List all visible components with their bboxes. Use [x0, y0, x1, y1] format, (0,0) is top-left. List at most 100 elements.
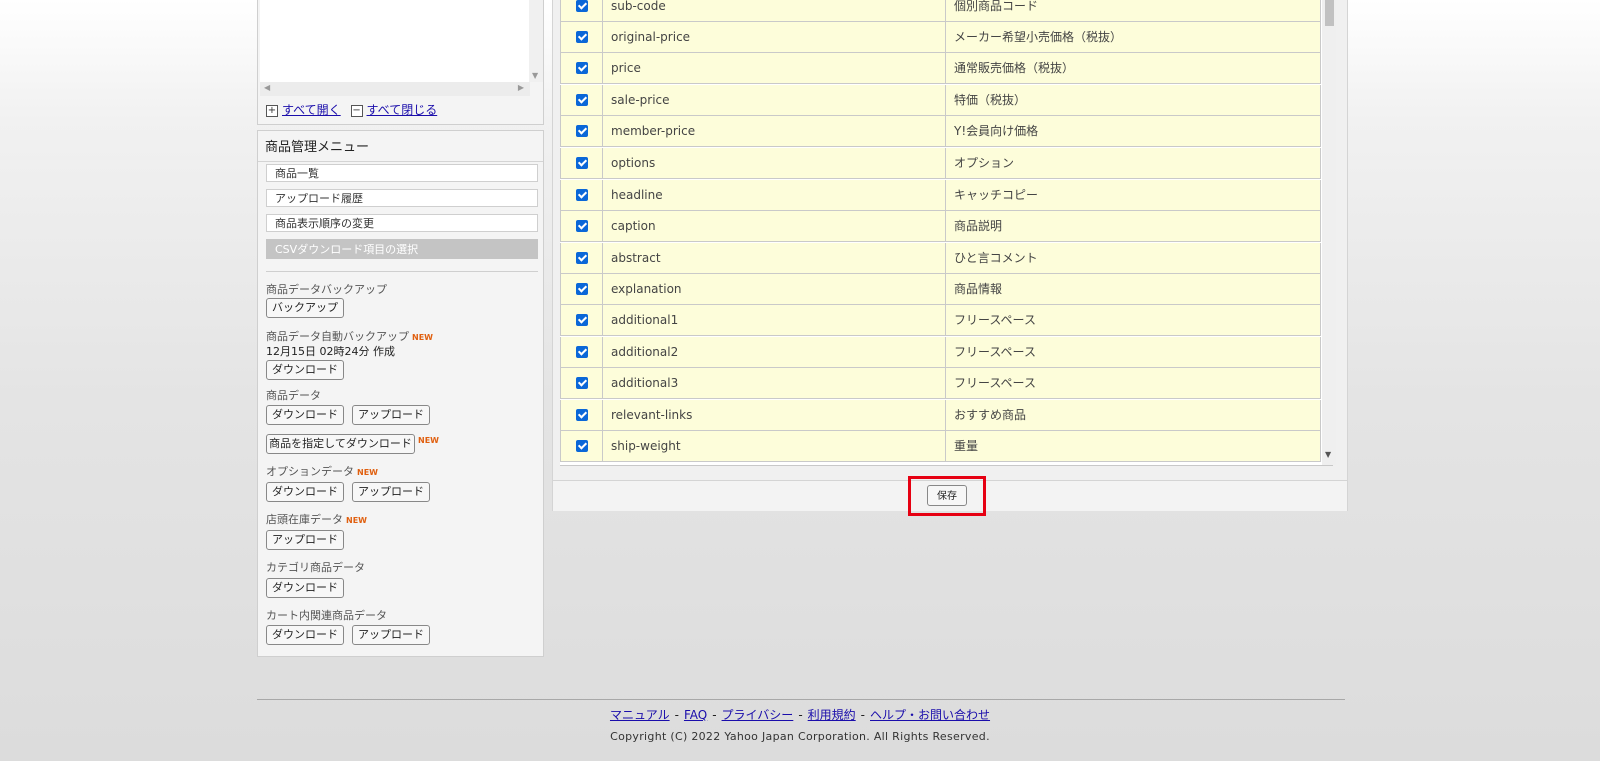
menu-item-csv-download-fields[interactable]: CSVダウンロード項目の選択: [266, 239, 538, 259]
menu-item-upload-history[interactable]: アップロード履歴: [266, 189, 538, 207]
row-checkbox[interactable]: [560, 85, 603, 116]
row-checkbox[interactable]: [560, 274, 603, 305]
cart-related-download-button[interactable]: ダウンロード: [266, 625, 344, 645]
store-stock-upload-button[interactable]: アップロード: [266, 530, 344, 550]
field-label: おすすめ商品: [954, 408, 1027, 422]
store-stock-label: 店頭在庫データ: [266, 513, 343, 526]
checkbox-checked-icon[interactable]: [576, 62, 588, 74]
collapse-all-link[interactable]: すべて閉じる: [367, 103, 438, 117]
category-data-download-button[interactable]: ダウンロード: [266, 578, 344, 598]
table-row: explanation 商品情報: [560, 274, 1321, 305]
menu-item-display-order[interactable]: 商品表示順序の変更: [266, 214, 538, 232]
menu-title: 商品管理メニュー: [265, 140, 370, 155]
field-key: options: [611, 156, 656, 170]
tree-controls: + すべて開く − すべて閉じる: [266, 101, 443, 118]
table-row: original-price メーカー希望小売価格（税抜）: [560, 22, 1321, 53]
checkbox-checked-icon[interactable]: [576, 125, 588, 137]
row-checkbox[interactable]: [560, 337, 603, 368]
scroll-right-arrow-icon[interactable]: ▶: [518, 83, 524, 92]
field-key: original-price: [611, 30, 691, 44]
auto-backup-info: 12月15日 02時24分 作成: [266, 345, 395, 358]
field-key: member-price: [611, 124, 696, 138]
checkbox-checked-icon[interactable]: [576, 283, 588, 295]
table-row: headline キャッチコピー: [560, 180, 1321, 211]
new-badge: NEW: [412, 333, 433, 342]
tree-horizontal-scrollbar[interactable]: ◀ ▶: [260, 82, 530, 96]
field-key: relevant-links: [611, 408, 693, 422]
checkbox-checked-icon[interactable]: [576, 220, 588, 232]
scroll-down-arrow-icon[interactable]: ▼: [532, 71, 538, 80]
divider: [266, 271, 538, 272]
scroll-down-arrow-icon[interactable]: ▼: [1325, 450, 1331, 459]
field-key: sub-code: [611, 0, 666, 13]
category-tree[interactable]: [260, 0, 530, 82]
field-key: ship-weight: [611, 439, 681, 453]
checkbox-checked-icon[interactable]: [576, 252, 588, 264]
checkbox-checked-icon[interactable]: [576, 346, 588, 358]
menu-item-product-list[interactable]: 商品一覧: [266, 164, 538, 182]
option-data-download-button[interactable]: ダウンロード: [266, 482, 344, 502]
expand-all-link[interactable]: すべて開く: [282, 103, 341, 117]
expand-icon: +: [266, 104, 278, 117]
field-label: 個別商品コード: [954, 0, 1039, 13]
checkbox-checked-icon[interactable]: [576, 0, 588, 12]
row-checkbox[interactable]: [560, 180, 603, 211]
footer-link-manual[interactable]: マニュアル: [610, 708, 670, 722]
table-row: sale-price 特価（税抜）: [560, 85, 1321, 116]
checkbox-checked-icon[interactable]: [576, 314, 588, 326]
product-data-download-button[interactable]: ダウンロード: [266, 405, 344, 425]
row-checkbox[interactable]: [560, 431, 603, 462]
field-label: メーカー希望小売価格（税抜）: [954, 30, 1123, 44]
field-key: additional1: [611, 313, 679, 327]
field-key: additional2: [611, 345, 679, 359]
field-key: price: [611, 61, 641, 75]
row-checkbox[interactable]: [560, 116, 603, 147]
footer-link-privacy[interactable]: プライバシー: [722, 708, 794, 722]
tree-vertical-scrollbar[interactable]: ▼: [529, 0, 543, 82]
footer-link-help[interactable]: ヘルプ・お問い合わせ: [870, 708, 990, 722]
product-data-upload-button[interactable]: アップロード: [352, 405, 430, 425]
checkbox-checked-icon[interactable]: [576, 440, 588, 452]
footer-separator: -: [860, 708, 866, 722]
checkbox-checked-icon[interactable]: [576, 377, 588, 389]
specified-product-download-button[interactable]: 商品を指定してダウンロード: [266, 434, 415, 454]
row-checkbox[interactable]: [560, 400, 603, 431]
store-stock-section-label: 店頭在庫データ NEW: [266, 511, 367, 527]
row-checkbox[interactable]: [560, 305, 603, 336]
field-label: 通常販売価格（税抜）: [954, 61, 1075, 75]
table-vertical-scrollbar[interactable]: ▼: [1322, 0, 1336, 465]
row-checkbox[interactable]: [560, 22, 603, 53]
row-checkbox[interactable]: [560, 243, 603, 274]
collapse-icon: −: [350, 104, 363, 117]
field-label: 商品情報: [954, 282, 1003, 296]
field-label: フリースペース: [954, 376, 1036, 390]
row-checkbox[interactable]: [560, 0, 603, 22]
save-button[interactable]: 保存: [927, 485, 967, 506]
row-checkbox[interactable]: [560, 211, 603, 242]
field-key: sale-price: [611, 93, 670, 107]
checkbox-checked-icon[interactable]: [576, 94, 588, 106]
footer-separator: -: [712, 708, 717, 722]
option-data-section-label: オプションデータ NEW: [266, 463, 378, 479]
option-data-upload-button[interactable]: アップロード: [352, 482, 430, 502]
checkbox-checked-icon[interactable]: [576, 157, 588, 169]
row-checkbox[interactable]: [560, 368, 603, 399]
scroll-left-arrow-icon[interactable]: ◀: [264, 83, 270, 92]
scrollbar-thumb[interactable]: [1325, 0, 1334, 26]
category-tree-panel: ▼ ◀ ▶ + すべて開く − すべて閉じる: [257, 0, 544, 125]
table-row: additional2 フリースペース: [560, 337, 1321, 368]
new-badge: NEW: [346, 516, 367, 525]
checkbox-checked-icon[interactable]: [576, 31, 588, 43]
footer-separator: -: [674, 708, 679, 722]
field-key: additional3: [611, 376, 679, 390]
backup-button[interactable]: バックアップ: [266, 298, 344, 318]
row-checkbox[interactable]: [560, 53, 603, 84]
checkbox-checked-icon[interactable]: [576, 409, 588, 421]
table-row: abstract ひと言コメント: [560, 243, 1321, 274]
footer-link-terms[interactable]: 利用規約: [808, 708, 856, 722]
auto-backup-download-button[interactable]: ダウンロード: [266, 360, 344, 380]
footer-link-faq[interactable]: FAQ: [684, 708, 707, 722]
checkbox-checked-icon[interactable]: [576, 189, 588, 201]
row-checkbox[interactable]: [560, 148, 603, 179]
cart-related-upload-button[interactable]: アップロード: [352, 625, 430, 645]
